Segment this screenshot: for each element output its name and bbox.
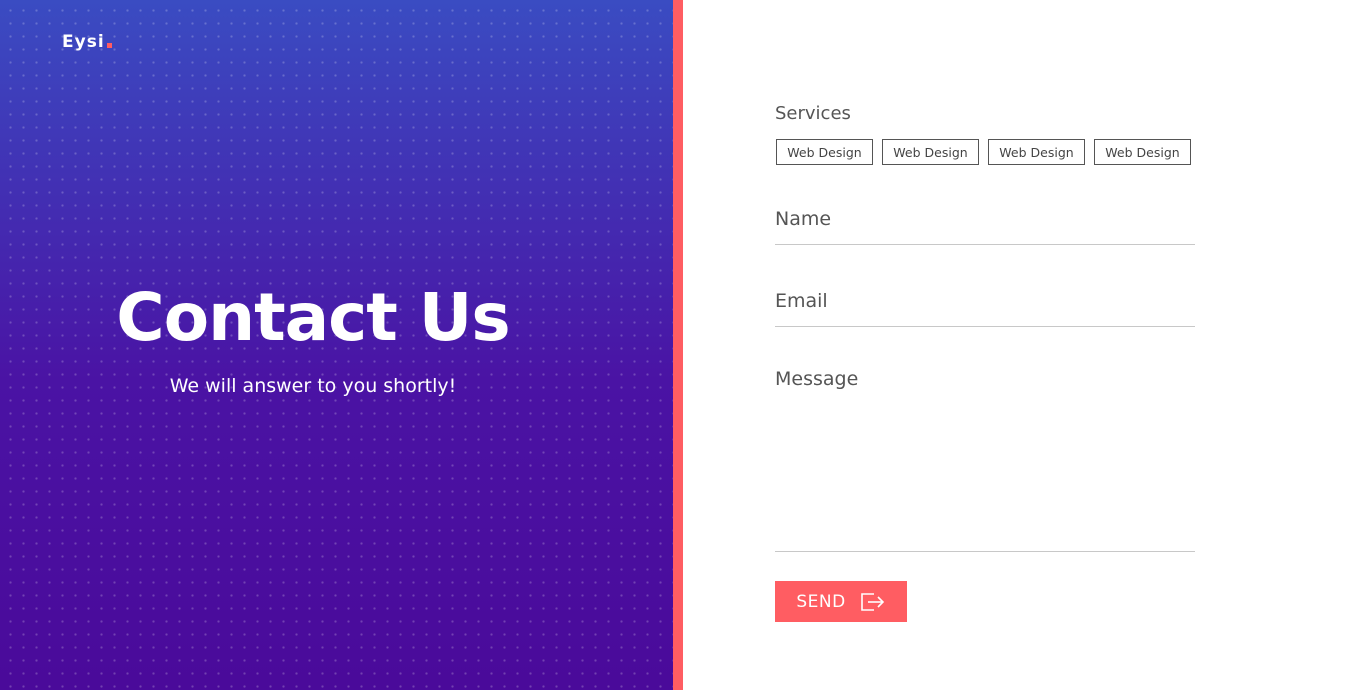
email-field[interactable]: Email (775, 290, 1195, 327)
service-tag-button[interactable]: Web Design (1094, 139, 1191, 165)
name-field[interactable]: Name (775, 208, 1195, 245)
send-button-label: SEND (796, 591, 846, 612)
email-label: Email (775, 290, 828, 312)
sign-out-arrow-icon (860, 592, 884, 611)
hero-panel: Eysi Contact Us We will answer to you sh… (0, 0, 673, 690)
contact-page: Eysi Contact Us We will answer to you sh… (0, 0, 1366, 690)
email-input[interactable]: Email (775, 290, 1195, 327)
send-button[interactable]: SEND (775, 581, 907, 622)
service-tag-button[interactable]: Web Design (776, 139, 873, 165)
service-tag-button[interactable]: Web Design (882, 139, 979, 165)
services-label: Services (775, 103, 851, 124)
message-field[interactable]: Message (775, 368, 1195, 552)
logo[interactable]: Eysi (62, 32, 112, 52)
logo-text: Eysi (62, 32, 105, 52)
message-textarea[interactable]: Message (775, 368, 1195, 552)
message-label: Message (775, 368, 859, 390)
page-title: Contact Us (116, 279, 510, 356)
accent-divider (673, 0, 683, 690)
name-label: Name (775, 208, 832, 230)
contact-form: Services Web Design Web Design Web Desig… (683, 0, 1366, 690)
services-tag-list: Web Design Web Design Web Design Web Des… (776, 139, 1191, 165)
service-tag-button[interactable]: Web Design (988, 139, 1085, 165)
logo-dot-icon (106, 43, 112, 48)
name-input[interactable]: Name (775, 208, 1195, 245)
page-subtitle: We will answer to you shortly! (169, 375, 457, 397)
